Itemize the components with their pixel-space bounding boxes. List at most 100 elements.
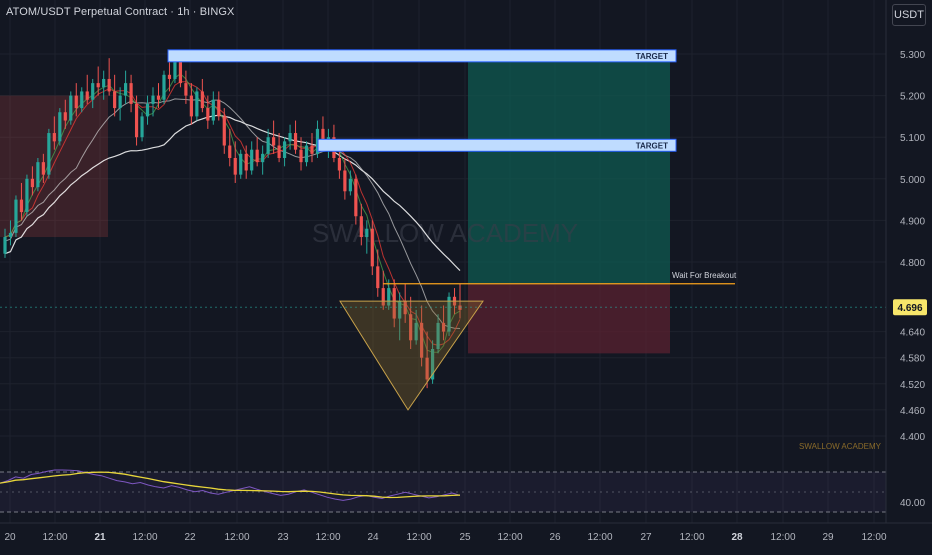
candle-body (211, 99, 215, 121)
symbol-title: ATOM/USDT Perpetual Contract · 1h · BING… (6, 6, 235, 18)
candle-body (124, 83, 128, 96)
brand-label: SWALLOW ACADEMY (799, 442, 882, 451)
candle-body (41, 162, 45, 175)
candle-body (206, 108, 210, 121)
candle-body (299, 149, 303, 163)
x-tick-label: 12:00 (497, 532, 522, 543)
candle-body (222, 116, 226, 146)
x-tick-label: 26 (549, 532, 561, 543)
candle-body (19, 199, 24, 213)
watermark: SWALLOW ACADEMY (312, 218, 578, 248)
candle-body (145, 103, 150, 117)
candle-body (239, 153, 243, 175)
candle-body (134, 103, 139, 138)
breakout-label: Wait For Breakout (672, 271, 737, 280)
x-tick-label: 12:00 (861, 532, 886, 543)
candle-body (107, 78, 111, 92)
candle-body (74, 95, 78, 109)
candle-body (370, 228, 374, 267)
candle-body (266, 137, 270, 154)
candle-body (250, 149, 254, 171)
candle-body (47, 133, 51, 175)
y-tick-label: 4.460 (900, 406, 925, 417)
x-tick-label: 12:00 (42, 532, 67, 543)
axes-layer: 5.300 5.200 5.100 5.000 4.900 4.800 4.640 4.580… (0, 0, 932, 543)
x-tick-label: 27 (640, 532, 652, 543)
candle-body (118, 95, 122, 109)
candle-body (151, 95, 155, 104)
candle-body (91, 83, 95, 100)
x-tick-label: 28 (731, 532, 743, 543)
candle-body (96, 83, 100, 88)
x-tick-label: 23 (277, 532, 289, 543)
currency-unit-button[interactable]: USDT (892, 4, 926, 26)
y-tick-label: 4.400 (900, 432, 925, 443)
candle-body (337, 158, 341, 171)
candle-body (80, 91, 84, 109)
x-tick-label: 29 (822, 532, 834, 543)
candle-body (3, 237, 7, 254)
candle-body (376, 266, 380, 289)
triangle-pattern (339, 300, 484, 411)
target-box (317, 138, 677, 152)
candle-body (140, 116, 144, 138)
x-tick-label: 12:00 (770, 532, 795, 543)
candle-body (228, 145, 232, 158)
candle-body (348, 178, 352, 192)
candle-body (63, 112, 67, 121)
candle-body (293, 133, 298, 150)
candle-body (200, 91, 204, 109)
profit-zone (468, 51, 670, 284)
x-tick-label: 12:00 (406, 532, 431, 543)
y-tick-label: 4.580 (900, 354, 925, 365)
x-tick-label: 22 (184, 532, 196, 543)
candle-body (184, 83, 188, 96)
candle-body (272, 137, 276, 146)
target-label: TARGET (636, 141, 668, 150)
price-chart[interactable]: SWALLOW ACADEMY TARGET TARGET Wait For Bre… (0, 0, 932, 550)
candle-body (255, 149, 259, 163)
candle-body (102, 78, 106, 88)
candle-body (36, 162, 40, 188)
target-label: TARGET (636, 52, 668, 61)
x-tick-label: 20 (4, 532, 16, 543)
candle-body (162, 74, 166, 100)
candle-body (58, 112, 62, 142)
candle-body (365, 228, 369, 238)
y-tick-label: 5.200 (900, 92, 925, 103)
candle-body (288, 133, 292, 142)
y-tick-label: 4.520 (900, 380, 925, 391)
grid-layer (0, 0, 886, 523)
y-tick-label: 5.100 (900, 133, 925, 144)
x-tick-label: 12:00 (224, 532, 249, 543)
candle-body (261, 153, 265, 163)
x-tick-label: 21 (94, 532, 106, 543)
y-tick-label: 5.300 (900, 50, 925, 61)
candle-body (244, 153, 248, 171)
rsi-tick-label: 40.00 (900, 498, 925, 509)
candle-body (167, 74, 172, 79)
candle-body (343, 170, 347, 192)
x-tick-label: 12:00 (132, 532, 157, 543)
target-box (167, 49, 677, 63)
candle-body (30, 178, 35, 188)
loss-zone (468, 283, 670, 354)
candle-body (8, 232, 13, 238)
candle-body (233, 158, 237, 175)
candle-body (354, 178, 358, 217)
candle-body (14, 199, 18, 233)
x-tick-label: 12:00 (315, 532, 340, 543)
candle-body (25, 178, 29, 213)
chart-stage: SWALLOW ACADEMY TARGET TARGET Wait For Bre… (0, 0, 932, 550)
candle-body (359, 216, 363, 238)
x-tick-label: 25 (459, 532, 471, 543)
candle-body (282, 141, 287, 158)
candle-body (129, 83, 133, 104)
candle-body (52, 133, 56, 142)
rsi-pane (0, 469, 886, 513)
x-tick-label: 12:00 (679, 532, 704, 543)
y-tick-label: 4.800 (900, 258, 925, 269)
candle-body (217, 99, 221, 117)
y-tick-label: 4.640 (900, 328, 925, 339)
y-tick-label: 5.000 (900, 175, 925, 186)
